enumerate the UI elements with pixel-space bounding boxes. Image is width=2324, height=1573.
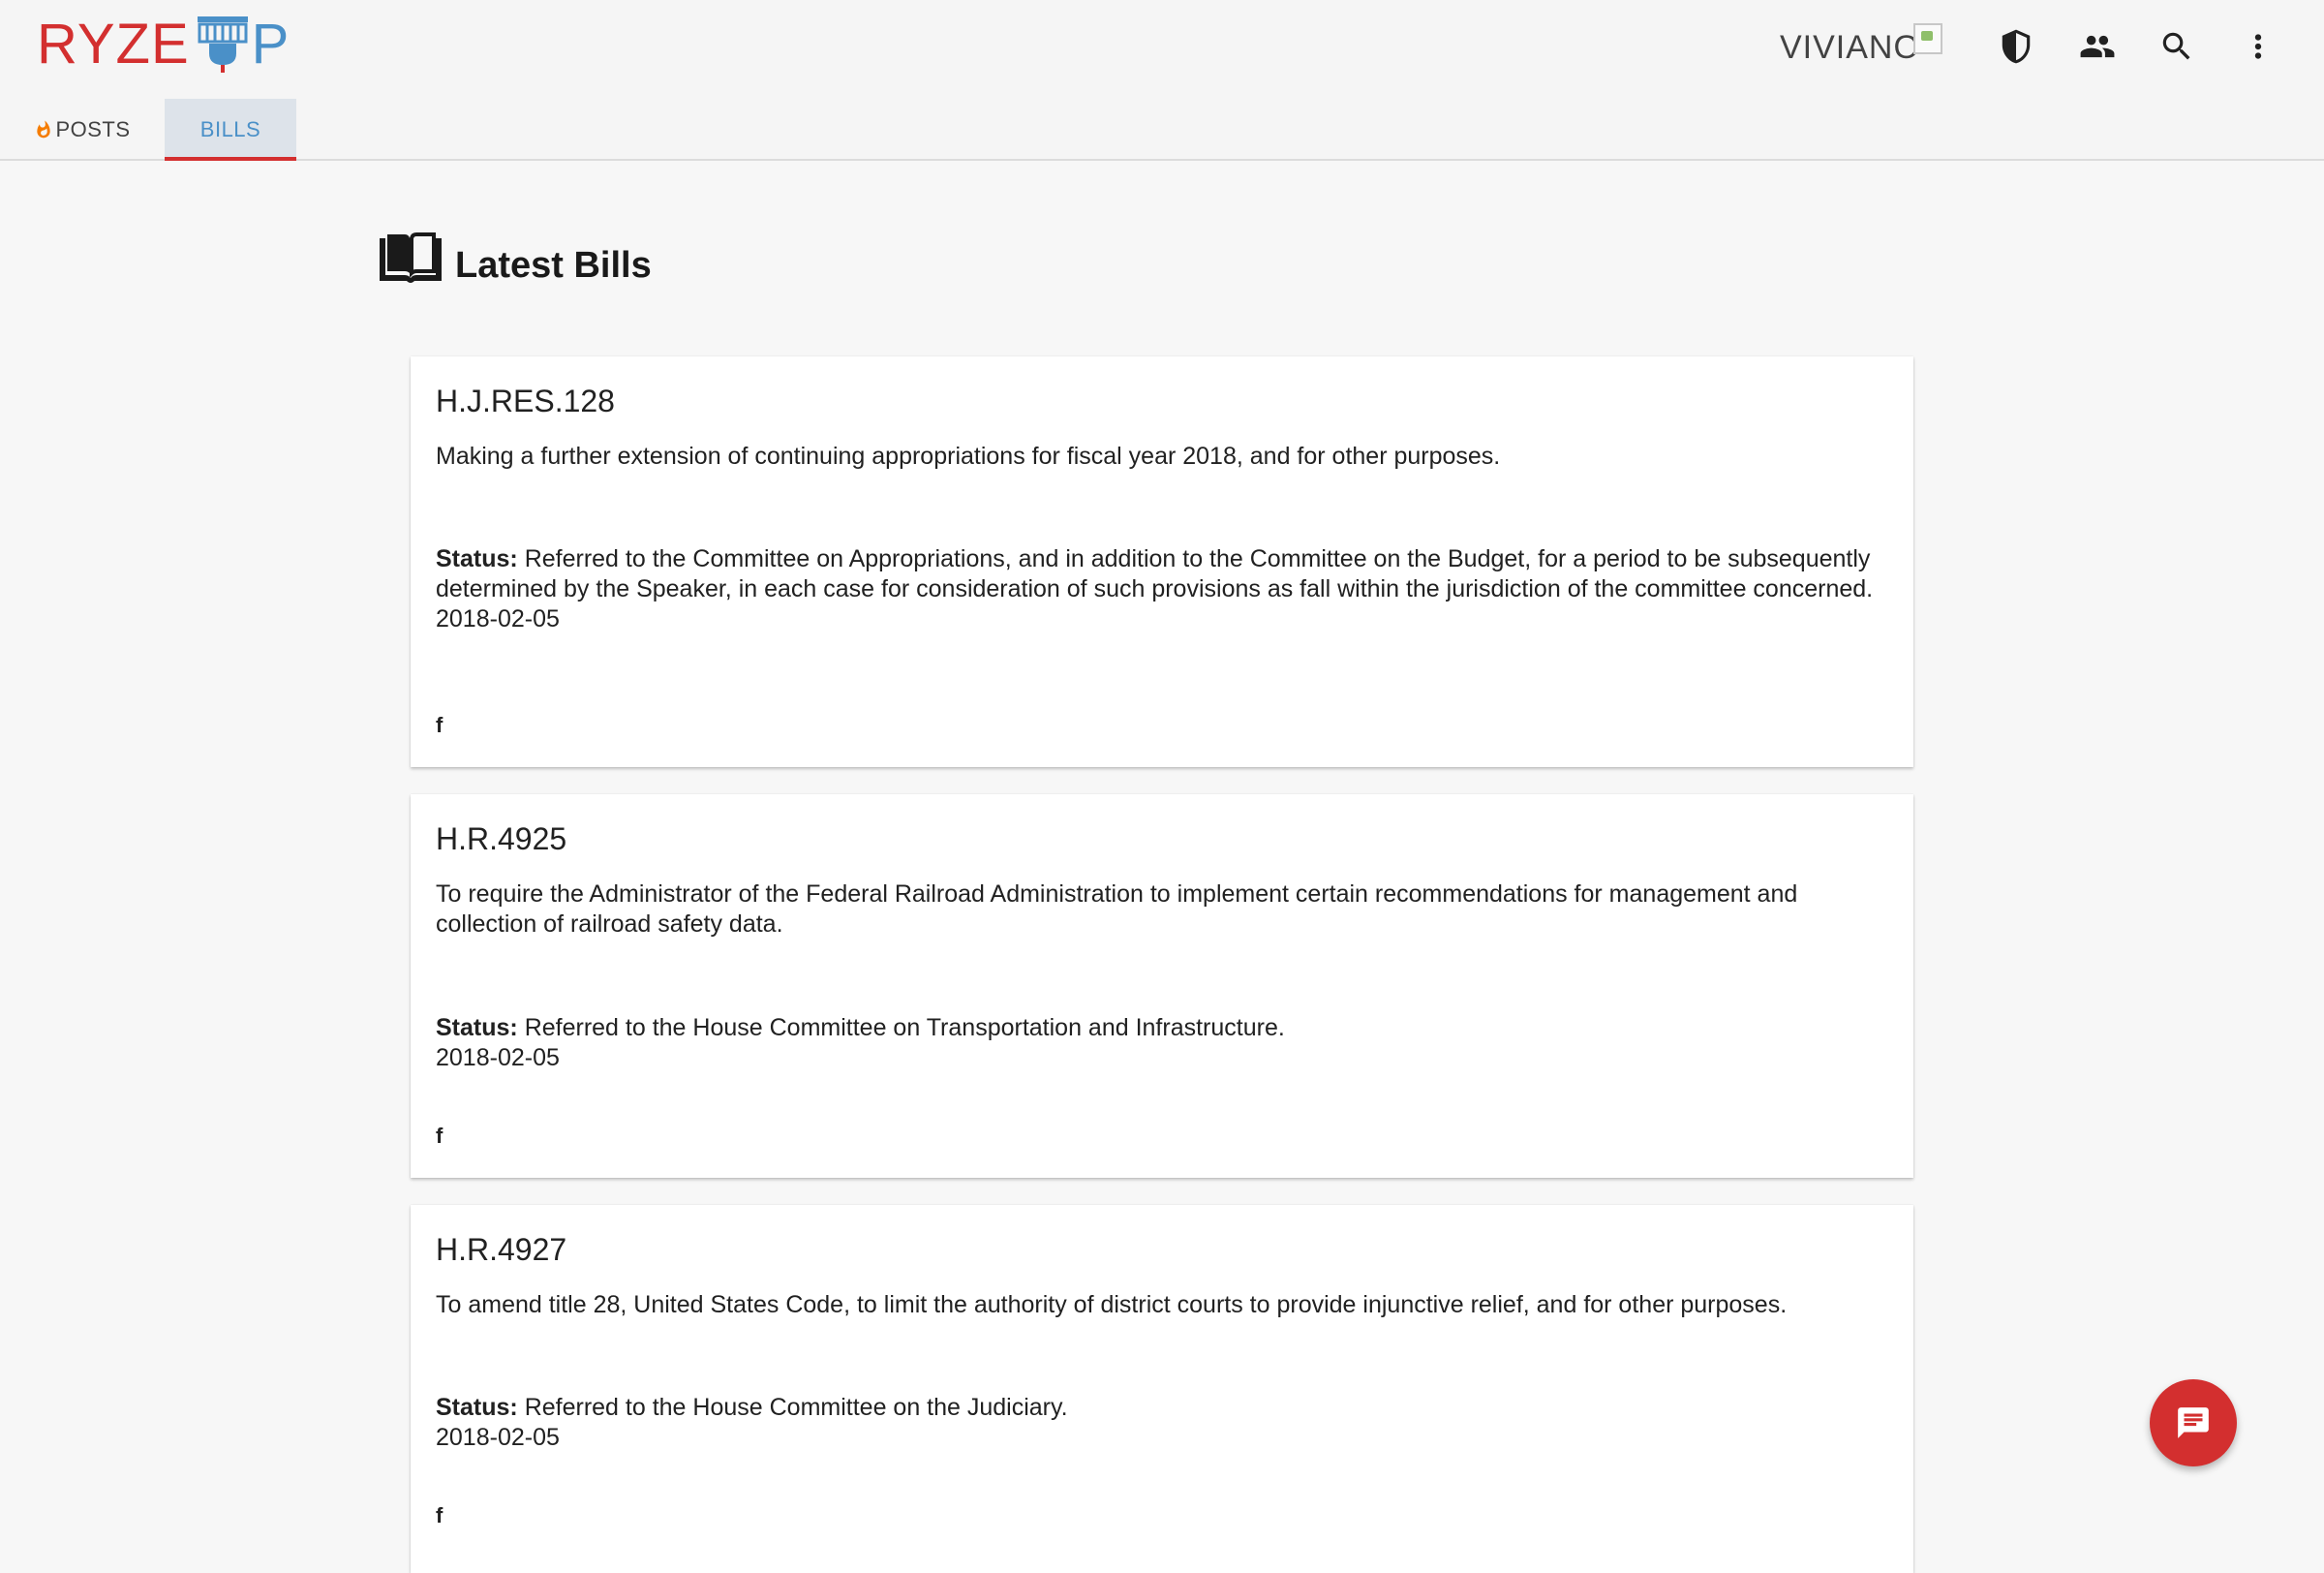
status-text: Referred to the House Committee on Trans… [524,1014,1285,1041]
status-label: Status: [436,545,518,572]
bill-status: Status: Referred to the House Committee … [436,1393,1888,1453]
bill-date: 2018-02-05 [436,605,560,632]
tab-bills-label: BILLS [199,117,261,141]
page-title: Latest Bills [455,244,652,286]
search-icon[interactable] [2154,23,2200,70]
bill-id[interactable]: H.R.4927 [436,1232,566,1268]
tab-posts-label: POSTS [55,117,131,141]
facebook-icon[interactable]: f [436,1505,451,1527]
chat-icon [2178,1407,2209,1438]
bill-status: Status: Referred to the House Committee … [436,1013,1888,1073]
bill-card: H.J.RES.128 Making a further extension o… [411,356,1913,767]
chat-fab-button[interactable] [2150,1379,2237,1466]
facebook-icon[interactable]: f [436,1126,451,1147]
app-bar: RYZE P VIVIANO POSTS BILLS [0,0,2324,161]
bill-id[interactable]: H.R.4925 [436,821,566,857]
avatar[interactable] [1913,23,1942,54]
tab-bar: POSTS BILLS [0,99,296,161]
logo-mark-icon [197,16,248,73]
status-label: Status: [436,1394,518,1421]
facebook-icon[interactable]: f [436,715,451,736]
bill-date: 2018-02-05 [436,1424,560,1451]
more-vert-icon[interactable] [2235,23,2281,70]
bill-description: To amend title 28, United States Code, t… [436,1291,1788,1318]
tab-bills[interactable]: BILLS [165,99,296,161]
logo-text-right: P [251,13,290,76]
ryzeup-logo[interactable]: RYZE P [37,14,289,76]
people-icon[interactable] [2074,23,2121,70]
section-heading: Latest Bills [376,232,652,287]
shield-icon[interactable] [1993,23,2039,70]
bill-card: H.R.4927 To amend title 28, United State… [411,1205,1913,1573]
book-icon [380,232,442,283]
bill-id[interactable]: H.J.RES.128 [436,384,615,419]
tab-posts[interactable]: POSTS [0,99,165,161]
status-text: Referred to the Committee on Appropriati… [436,545,1874,602]
logo-text-left: RYZE [37,13,190,76]
status-text: Referred to the House Committee on the J… [524,1394,1068,1421]
user-name[interactable]: VIVIANO [1780,29,1920,67]
status-label: Status: [436,1014,518,1041]
bill-status: Status: Referred to the Committee on App… [436,544,1888,634]
flame-icon [37,120,51,139]
bill-card: H.R.4925 To require the Administrator of… [411,794,1913,1178]
bill-date: 2018-02-05 [436,1044,560,1071]
bill-description: To require the Administrator of the Fede… [436,880,1798,938]
bill-description: Making a further extension of continuing… [436,443,1501,470]
